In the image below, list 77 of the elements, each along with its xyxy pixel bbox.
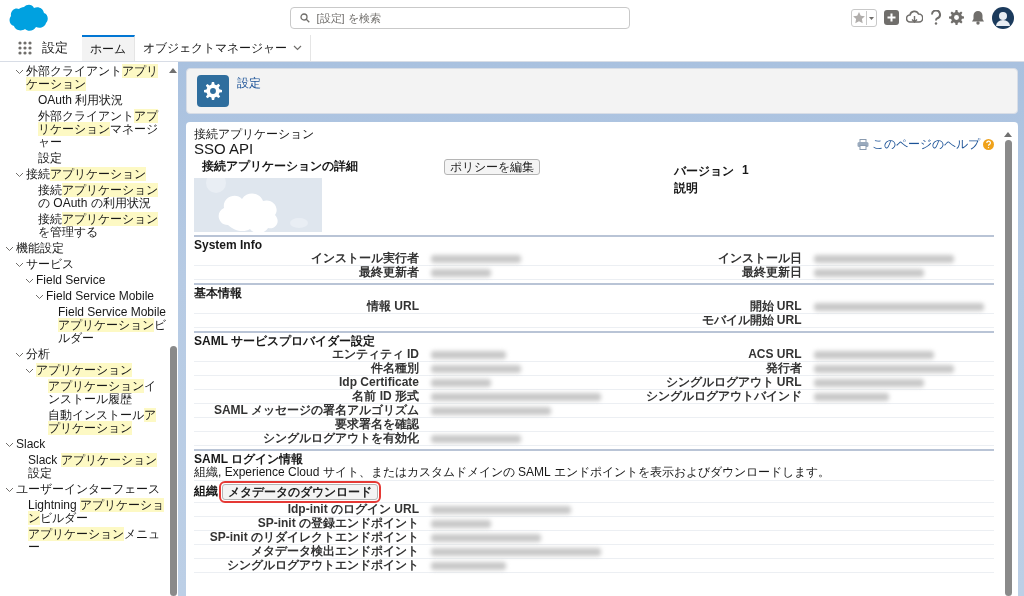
- sidebar-item[interactable]: 設定: [38, 152, 62, 165]
- field-label: シングルログアウトエンドポイント: [194, 559, 429, 573]
- sidebar-item[interactable]: 接続アプリケーション を管理する: [38, 213, 167, 239]
- app-launcher-icon[interactable]: [18, 41, 32, 55]
- redacted-value: [431, 268, 491, 277]
- printer-icon[interactable]: [857, 139, 869, 150]
- chevron-down-icon[interactable]: [293, 45, 302, 51]
- field-label: ACS URL: [611, 348, 812, 362]
- sidebar-item[interactable]: 機能設定: [16, 242, 64, 255]
- page-title: SSO API: [194, 141, 255, 157]
- field-label: 件名種別: [194, 362, 429, 376]
- settings-icon: [197, 75, 229, 107]
- field-label: 説明: [674, 180, 699, 197]
- sidebar-item[interactable]: アプリケーションインストール履歴: [48, 380, 167, 406]
- field-label: 最終更新日: [611, 266, 812, 280]
- field-label: メタデータ検出エンドポイント: [194, 545, 429, 559]
- breadcrumb-link[interactable]: 設定: [237, 75, 261, 92]
- scrollbar[interactable]: [1004, 132, 1012, 596]
- field-label: 情報 URL: [194, 300, 429, 314]
- redacted-value: [431, 519, 491, 528]
- sidebar-item[interactable]: Lightning アプリケーションビルダー: [28, 499, 167, 525]
- field-label: エンティティ ID: [194, 348, 429, 362]
- sidebar-item[interactable]: 接続アプリケーション の OAuth の利用状況: [38, 184, 167, 210]
- cloud-icon[interactable]: [906, 10, 923, 25]
- cloud-logo[interactable]: [8, 3, 48, 32]
- sidebar-item[interactable]: ユーザーインターフェース: [16, 483, 160, 496]
- section-title: 基本情報: [194, 286, 243, 300]
- settings-icon[interactable]: [949, 10, 964, 25]
- field-label: 発行者: [611, 362, 812, 376]
- sidebar-item[interactable]: アプリケーション: [36, 364, 132, 377]
- field-label: Idp Certificate: [194, 376, 429, 390]
- redacted-value: [431, 378, 491, 387]
- field-label: バージョン: [674, 163, 734, 180]
- nav-tab[interactable]: ホーム: [82, 35, 135, 61]
- help-link[interactable]: このページのヘルプ: [872, 136, 980, 153]
- field-label: シングルログアウトバインド: [611, 390, 812, 404]
- field-label: SAML メッセージの署名アルゴリズム: [194, 404, 429, 418]
- field-label: 組織: [194, 483, 218, 500]
- app-name: 設定: [42, 39, 68, 57]
- field-label: SP-init のリダイレクトエンドポイント: [194, 531, 429, 545]
- sidebar-item[interactable]: Field Service Mobile: [46, 290, 155, 303]
- field-label: インストール実行者: [194, 252, 429, 266]
- help-icon[interactable]: [930, 10, 942, 25]
- field-label: シングルログアウトを有効化: [194, 432, 429, 446]
- avatar-icon[interactable]: [992, 6, 1014, 29]
- sidebar-item[interactable]: Slack アプリケーション 設定: [28, 454, 167, 480]
- sidebar-item[interactable]: OAuth 利用状況: [38, 94, 124, 107]
- nav-tab[interactable]: オブジェクトマネージャー: [135, 35, 311, 61]
- sidebar-item[interactable]: Slack: [16, 438, 46, 451]
- sidebar-item[interactable]: サービス: [26, 258, 74, 271]
- sidebar-item[interactable]: 分析: [26, 348, 50, 361]
- field-label: 要求署名を確認: [194, 418, 429, 432]
- edit-policy-button[interactable]: ポリシーを編集: [444, 158, 540, 175]
- sidebar-item[interactable]: アプリケーションメニュー: [28, 528, 167, 554]
- search-field[interactable]: [設定] を検索: [289, 6, 630, 29]
- caret-icon[interactable]: [866, 10, 876, 25]
- section-title: SAML ログイン情報: [194, 452, 305, 466]
- field-label: SP-init の登録エンドポイント: [194, 517, 429, 531]
- field-label: モバイル開始 URL: [611, 314, 812, 328]
- search-icon: [299, 12, 310, 23]
- sidebar-item[interactable]: Field Service Mobile アプリケーション ビルダー: [58, 306, 167, 345]
- section-title: SAML サービスプロバイダー設定: [194, 334, 377, 348]
- sidebar-item[interactable]: Field Service: [36, 274, 106, 287]
- field-label: 開始 URL: [611, 300, 812, 314]
- field-label: 最終更新者: [194, 266, 429, 280]
- notifications-icon[interactable]: [971, 10, 985, 25]
- section-heading: 接続アプリケーションの詳細: [201, 158, 359, 175]
- section-title: System Info: [194, 238, 263, 252]
- star-icon[interactable]: [852, 10, 866, 25]
- field-value: 1: [742, 163, 749, 179]
- download-metadata-button[interactable]: メタデータのダウンロード: [222, 483, 378, 500]
- field-label: インストール日: [611, 252, 812, 266]
- field-label: Idp-init のログイン URL: [194, 503, 429, 517]
- field-label: シングルログアウト URL: [611, 376, 812, 390]
- add-icon[interactable]: [884, 10, 899, 25]
- field-label: 名前 ID 形式: [194, 390, 429, 404]
- object-type-label: 接続アプリケーション: [194, 128, 314, 141]
